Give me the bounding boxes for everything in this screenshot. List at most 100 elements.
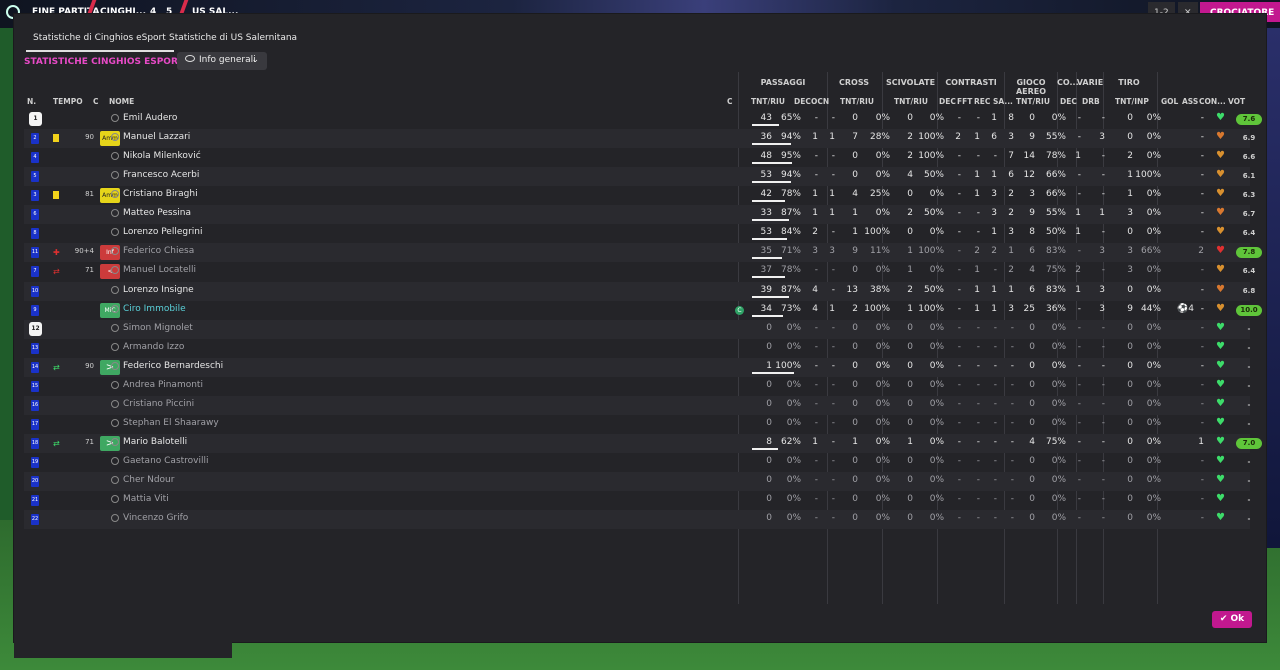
table-row[interactable]: 4 Nikola Milenković 48 95% - -0 0% 2 100% - - -7 14 7…: [24, 148, 1255, 167]
dribbles: -: [1101, 494, 1105, 504]
player-name[interactable]: Nikola Milenković: [123, 151, 201, 161]
table-row[interactable]: 13 Armando Izzo 0 0% - -0 0% 0 0% - - - -0 0% - -0 0% - ♥ -: [24, 339, 1250, 358]
header-contr-rec[interactable]: REC SA...: [974, 97, 1013, 106]
tab-away-stats[interactable]: Statistiche di US Salernitana: [169, 30, 297, 52]
player-name[interactable]: Lorenzo Pellegrini: [123, 227, 203, 237]
player-name[interactable]: Matteo Pessina: [123, 208, 191, 218]
table-row[interactable]: 17 Stephan El Shaarawy 0 0% - -0 0% 0 0% - - - -0 0% -…: [24, 415, 1250, 434]
pass-attempts: 42: [760, 189, 772, 200]
aerial-pct: 75%: [1045, 436, 1066, 447]
table-row[interactable]: 16 Cristiano Piccini 0 0% - -0 0% 0 0% - - - -0 0% - -0…: [24, 395, 1250, 415]
aerial-attempts: 3: [1029, 189, 1035, 200]
table-row[interactable]: 15 Andrea Pinamonti 0 0% - -0 0% 0 0% - - - -0 0% - -0 0…: [24, 377, 1250, 396]
player-name[interactable]: Manuel Locatelli: [123, 265, 196, 275]
table-row[interactable]: 10 Lorenzo Insigne 39 87% 4-13 38% 2 50% -1 1 1 6 83…: [24, 281, 1255, 301]
condition-heart-icon: ♥: [1216, 150, 1225, 162]
assists: 1: [1198, 436, 1204, 447]
contr-rec: -: [993, 322, 997, 333]
player-name[interactable]: Gaetano Castrovilli: [123, 456, 209, 466]
shots-pct: 100%: [1135, 170, 1161, 181]
shirt-number: 8: [31, 228, 39, 240]
header-gol[interactable]: GOL: [1161, 97, 1178, 106]
dribbles: -: [1101, 379, 1105, 390]
table-row[interactable]: 11 ✚ 90+4 Inf Federico Chiesa 35 71% 3 3 9 11% 1 100…: [24, 243, 1262, 263]
header-cross-tnt[interactable]: TNT/RIU: [840, 97, 874, 106]
player-name[interactable]: Andrea Pinamonti: [123, 380, 203, 390]
header-pass-dec[interactable]: DEC: [794, 97, 811, 106]
header-tiro-tnt[interactable]: TNT/INP: [1115, 97, 1149, 106]
player-name[interactable]: Simon Mignolet: [123, 323, 193, 333]
header-con[interactable]: CON...: [1199, 97, 1226, 106]
tackle-attempts: 0: [907, 322, 913, 333]
table-row[interactable]: 14 ⇄ 90 > Federico Bernardeschi 1 100% - -0 0% 0 0%…: [24, 357, 1250, 377]
table-row[interactable]: 19 Gaetano Castrovilli 0 0% - -0 0% 0 0% - - - -0 0% -…: [24, 453, 1250, 472]
table-row[interactable]: 18 ⇄ 71 > Mario Balotelli 8 62% 1-1 0% 1 0% - - - -4 75…: [24, 433, 1262, 453]
header-number[interactable]: N.: [27, 97, 36, 106]
header-co-dec[interactable]: DEC: [1060, 97, 1077, 106]
cross-attempts: 9: [852, 246, 858, 257]
player-name[interactable]: Vincenzo Grifo: [123, 513, 188, 523]
table-row[interactable]: 22 Vincenzo Grifo 0 0% - -0 0% 0 0% - - - -0 0% - -0 0% -…: [24, 510, 1250, 530]
contr-rec: 1: [991, 303, 997, 314]
player-name[interactable]: Emil Audero: [123, 113, 177, 123]
header-c2[interactable]: C: [727, 97, 733, 106]
dribbles: -: [1101, 265, 1105, 276]
player-name[interactable]: Cristiano Piccini: [123, 399, 194, 409]
player-name[interactable]: Francesco Acerbi: [123, 170, 199, 180]
player-name[interactable]: Ciro Immobile: [123, 304, 186, 314]
header-aereo-tnt[interactable]: TNT/RIU: [1016, 97, 1050, 106]
table-row[interactable]: 7 ⇄ 71 < Manuel Locatelli 37 78% - -0 0% 1 0% -1-2 4 7…: [24, 262, 1255, 281]
header-varie-drb[interactable]: DRB: [1082, 97, 1100, 106]
header-contr-dec[interactable]: DEC: [939, 97, 956, 106]
pass-ocn: 1: [829, 208, 835, 219]
contr-sa: 2: [1008, 189, 1014, 200]
header-c[interactable]: C: [93, 97, 99, 106]
ok-label: Ok: [1230, 614, 1245, 624]
table-row[interactable]: 3 81 Amm Cristiano Biraghi 42 78% 1 1 4 25% 0 0% -1 3…: [24, 186, 1255, 205]
header-contr-fft[interactable]: FFT: [957, 97, 972, 106]
view-dropdown[interactable]: Info generali ⌄: [177, 52, 267, 70]
player-rating: -: [1247, 419, 1251, 428]
tab-home-stats[interactable]: Statistiche di Cinghios eSport: [26, 30, 174, 52]
header-pass-tnt[interactable]: TNT/RIU: [751, 97, 785, 106]
player-name[interactable]: Stephan El Shaarawy: [123, 418, 219, 428]
player-name[interactable]: Federico Chiesa: [123, 246, 194, 256]
table-row[interactable]: 1 Emil Audero 43 65% - - 0 0% 0 0% - - 1 8 0 0% - - 0 0% - ♥ 7…: [24, 110, 1262, 129]
header-vot[interactable]: VOT: [1228, 97, 1245, 106]
minutes-played: 90: [85, 361, 94, 370]
cross-pct: 28%: [869, 132, 890, 142]
pass-pct: 0%: [786, 474, 801, 485]
player-name[interactable]: Cher Ndour: [123, 475, 174, 485]
header-nome[interactable]: NOME: [109, 97, 134, 106]
player-name[interactable]: Lorenzo Insigne: [123, 285, 194, 295]
player-name[interactable]: Cristiano Biraghi: [123, 189, 198, 199]
player-name[interactable]: Mattia Viti: [123, 494, 169, 504]
player-name[interactable]: Manuel Lazzari: [123, 132, 190, 142]
player-name[interactable]: Armando Izzo: [123, 342, 184, 352]
pass-dec: 3: [812, 246, 818, 257]
header-tempo[interactable]: TEMPO: [53, 97, 83, 106]
tackle-attempts: 0: [907, 474, 913, 485]
contr-dec: -: [957, 303, 961, 314]
player-avatar-icon: [111, 514, 119, 523]
ok-button[interactable]: ✔ Ok: [1212, 611, 1252, 628]
player-name[interactable]: Federico Bernardeschi: [123, 361, 223, 371]
contr-fft: 1: [974, 265, 980, 276]
contr-rec: -: [993, 455, 997, 466]
table-row[interactable]: 12 Simon Mignolet 0 0% - -0 0% 0 0% - - - -0 0% - -0 0% -…: [24, 319, 1250, 339]
header-ass[interactable]: ASS: [1182, 97, 1198, 106]
table-row[interactable]: 20 Cher Ndour 0 0% - -0 0% 0 0% - - - -0 0% - -0 0% - ♥ -: [24, 471, 1250, 491]
cross-pct: 100%: [864, 227, 890, 238]
header-sciv-tnt[interactable]: TNT/RIU: [894, 97, 928, 106]
table-row[interactable]: 6 Matteo Pessina 33 87% 1 1 1 0% 2 50% - -3 2 9 55% 1 1 3…: [24, 205, 1255, 225]
player-name[interactable]: Mario Balotelli: [123, 437, 187, 447]
table-row[interactable]: 2 90 Amm Manuel Lazzari 36 94% 1 1 7 28% 2 100% 2 1 6 3…: [24, 129, 1255, 148]
table-row[interactable]: 5 Francesco Acerbi 53 94% - -0 0% 4 50% -1 1 6 12 66%…: [24, 167, 1255, 187]
table-row[interactable]: 21 Mattia Viti 0 0% - - 0 0% 0 0% - - - - 0 0% - - 0 0% - ♥ -: [24, 491, 1250, 510]
header-pass-ocn[interactable]: OCN: [811, 97, 829, 106]
eye-icon: [185, 55, 195, 62]
table-row[interactable]: 9 MiC Ciro Immobile C 34 73% 4 1 2 100% 1 100% -1 1 3 2…: [24, 301, 1262, 320]
table-row[interactable]: 8 Lorenzo Pellegrini 53 84% 2-1 100% 0 0% - -1 3 8 5…: [24, 224, 1255, 243]
condition-heart-icon: ♥: [1216, 473, 1225, 485]
tackle-attempts: 2: [907, 132, 913, 142]
